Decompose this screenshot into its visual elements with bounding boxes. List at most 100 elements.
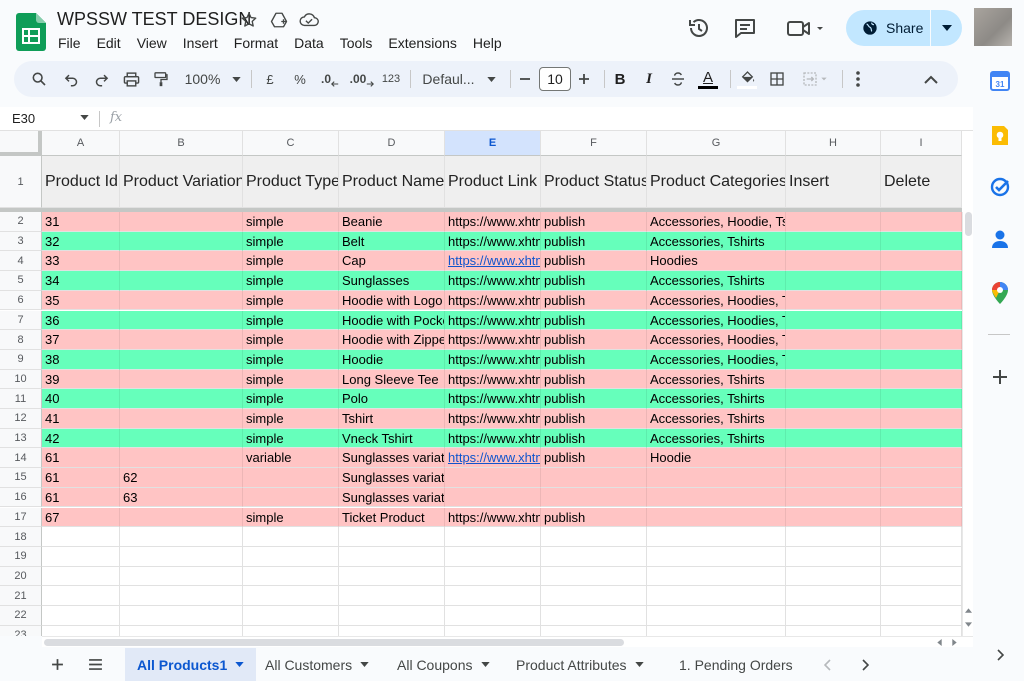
table-cell[interactable]: Accessories, Tshirts	[647, 428, 786, 449]
format-percent-button[interactable]: %	[290, 61, 310, 97]
column-header-h[interactable]: H	[786, 131, 881, 156]
undo-icon[interactable]	[60, 61, 82, 97]
table-cell[interactable]: https://www.xhtm	[445, 507, 541, 528]
table-cell[interactable]	[786, 389, 881, 409]
table-cell[interactable]: simple	[243, 428, 339, 449]
table-cell[interactable]	[445, 586, 541, 606]
table-cell[interactable]	[120, 369, 243, 390]
row-header[interactable]: 18	[0, 527, 42, 547]
increase-decimal-button[interactable]: .00	[348, 61, 376, 97]
table-cell[interactable]	[541, 546, 647, 567]
menu-edit[interactable]: Edit	[89, 34, 129, 52]
table-cell[interactable]	[339, 625, 445, 636]
table-cell[interactable]	[42, 606, 120, 626]
table-cell[interactable]	[881, 546, 962, 567]
table-cell[interactable]: Accessories, Tshirts	[647, 389, 786, 409]
table-cell[interactable]	[243, 586, 339, 606]
table-cell[interactable]: Beanie	[339, 212, 445, 232]
table-cell[interactable]: https://www.xhtm	[445, 369, 541, 390]
format-currency-button[interactable]: £	[260, 61, 280, 97]
row-header[interactable]: 3	[0, 231, 42, 252]
table-cell[interactable]	[541, 566, 647, 587]
product-link[interactable]: https://www.xhtm	[448, 450, 540, 465]
table-cell[interactable]	[42, 586, 120, 606]
table-cell[interactable]	[786, 231, 881, 252]
print-icon[interactable]	[120, 61, 142, 97]
row-header[interactable]: 14	[0, 448, 42, 469]
table-cell[interactable]: Long Sleeve Tee	[339, 369, 445, 390]
header-cell[interactable]: Product Variation	[120, 156, 243, 208]
header-cell[interactable]: Product Id	[42, 156, 120, 208]
table-cell[interactable]	[647, 606, 786, 626]
table-cell[interactable]: simple	[243, 330, 339, 350]
table-cell[interactable]: https://www.xhtm	[445, 349, 541, 370]
table-cell[interactable]: 31	[42, 212, 120, 232]
table-cell[interactable]: Cap	[339, 251, 445, 272]
table-cell[interactable]: https://www.xhtm	[445, 310, 541, 331]
table-cell[interactable]: Accessories, Hoodie, Tshirts	[647, 212, 786, 232]
scroll-left-arrow-icon[interactable]	[937, 639, 942, 646]
more-vert-icon[interactable]	[848, 61, 868, 97]
scroll-right-arrow-icon[interactable]	[952, 639, 957, 646]
show-side-panel-chevron-icon[interactable]	[989, 644, 1011, 666]
decrease-decimal-button[interactable]: .0	[318, 61, 342, 97]
name-box-caret-icon[interactable]	[80, 115, 89, 120]
table-cell[interactable]: 40	[42, 389, 120, 409]
header-cell[interactable]: Delete	[881, 156, 962, 208]
menu-format[interactable]: Format	[226, 34, 286, 52]
table-cell[interactable]	[339, 546, 445, 567]
table-cell[interactable]	[339, 566, 445, 587]
table-cell[interactable]	[120, 606, 243, 626]
table-cell[interactable]	[120, 290, 243, 311]
table-cell[interactable]: publish	[541, 310, 647, 331]
table-cell[interactable]: publish	[541, 448, 647, 469]
table-cell[interactable]	[881, 448, 962, 469]
collapse-menus-chevron-up-icon[interactable]	[920, 61, 942, 97]
table-cell[interactable]: simple	[243, 231, 339, 252]
menu-file[interactable]: File	[50, 34, 89, 52]
table-cell[interactable]	[786, 566, 881, 587]
table-cell[interactable]	[42, 546, 120, 567]
table-cell[interactable]	[120, 625, 243, 636]
column-header-e[interactable]: E	[445, 131, 541, 156]
table-cell[interactable]: publish	[541, 212, 647, 232]
table-cell[interactable]: Accessories, Hoodies, Tshirts	[647, 349, 786, 370]
table-cell[interactable]: simple	[243, 212, 339, 232]
table-cell[interactable]: Hoodie with Zipper	[339, 330, 445, 350]
row-header[interactable]: 23	[0, 625, 42, 636]
tab-all-coupons[interactable]: All Coupons	[385, 648, 502, 681]
column-header-c[interactable]: C	[243, 131, 339, 156]
table-cell[interactable]: publish	[541, 349, 647, 370]
table-cell[interactable]: 33	[42, 251, 120, 272]
table-cell[interactable]	[786, 251, 881, 272]
table-cell[interactable]	[647, 566, 786, 587]
table-cell[interactable]: https://www.xhtm	[445, 389, 541, 409]
table-cell[interactable]	[243, 606, 339, 626]
row-header[interactable]: 1	[0, 156, 42, 208]
table-cell[interactable]	[881, 212, 962, 232]
column-header-b[interactable]: B	[120, 131, 243, 156]
table-cell[interactable]: 62	[120, 468, 243, 488]
row-header[interactable]: 8	[0, 330, 42, 350]
menu-view[interactable]: View	[129, 34, 175, 52]
table-cell[interactable]	[243, 487, 339, 508]
table-cell[interactable]	[541, 625, 647, 636]
table-cell[interactable]	[881, 625, 962, 636]
table-cell[interactable]	[881, 606, 962, 626]
header-cell[interactable]: Product Categories	[647, 156, 786, 208]
table-cell[interactable]: 34	[42, 271, 120, 291]
row-header[interactable]: 20	[0, 566, 42, 587]
meet-icon[interactable]	[783, 14, 827, 42]
table-cell[interactable]: simple	[243, 310, 339, 331]
table-cell[interactable]	[541, 527, 647, 547]
table-cell[interactable]	[445, 546, 541, 567]
table-cell[interactable]	[786, 606, 881, 626]
table-cell[interactable]: simple	[243, 409, 339, 429]
table-cell[interactable]: Hoodie with Pocke	[339, 310, 445, 331]
table-cell[interactable]: Accessories, Tshirts	[647, 369, 786, 390]
header-cell[interactable]: Product Link	[445, 156, 541, 208]
header-cell[interactable]: Product Type	[243, 156, 339, 208]
table-cell[interactable]	[120, 330, 243, 350]
paint-format-icon[interactable]	[150, 61, 172, 97]
table-cell[interactable]: 67	[42, 507, 120, 528]
